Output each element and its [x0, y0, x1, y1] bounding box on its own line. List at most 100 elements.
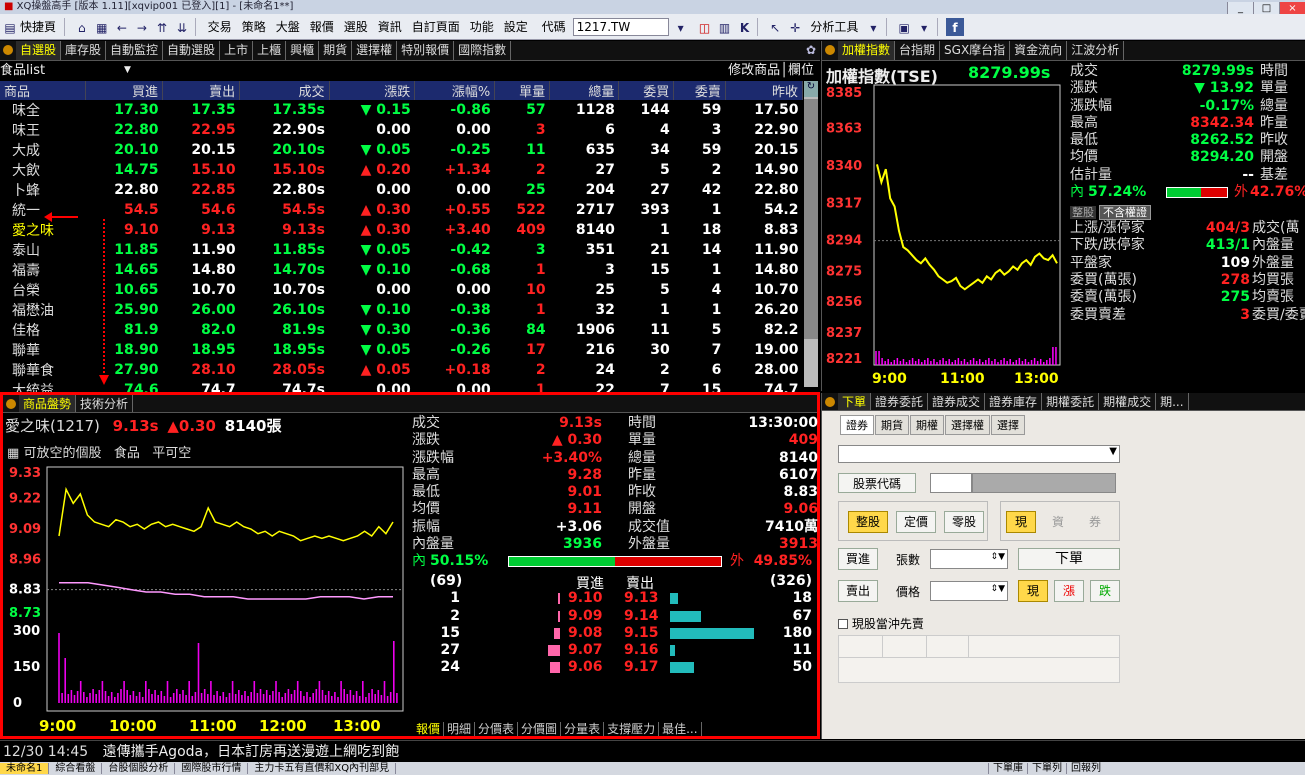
type-short-button[interactable]: 券	[1080, 511, 1110, 533]
order-subtab-0[interactable]: 證券	[840, 415, 874, 435]
news-ticker[interactable]: 12/30 14:45 遠傳攜手Agoda，日本訂房再送漫遊上網吃到飽	[0, 740, 1305, 762]
tab-1[interactable]: 技術分析	[76, 395, 134, 412]
cursor-icon[interactable]: ↖	[766, 18, 784, 36]
quickpage-icon[interactable]: ▤	[1, 18, 19, 36]
tab-2[interactable]: SGX摩台指	[940, 41, 1011, 60]
submit-order-button[interactable]: 下單	[1018, 548, 1120, 570]
tab-0[interactable]: 商品盤勢	[19, 395, 77, 412]
news-headline[interactable]: 遠傳攜手Agoda，日本訂房再送漫遊上網吃到飽	[103, 744, 400, 760]
kline-icon[interactable]: K	[735, 18, 753, 36]
spinner-icon[interactable]: ⇕▼	[991, 584, 1005, 594]
order-subtab-2[interactable]: 期權	[910, 415, 944, 435]
quickpage-button[interactable]: 快捷頁	[20, 14, 61, 39]
menu-item-4[interactable]: 選股	[339, 14, 373, 39]
y-tick-label: 8275	[826, 264, 862, 279]
quote2-value: 6107	[779, 466, 818, 483]
status-right-2[interactable]: 回報列	[1066, 763, 1105, 774]
chevron-down-icon[interactable]: ▼	[1109, 446, 1117, 457]
status-tab-1[interactable]: 綜合看盤	[49, 763, 103, 774]
lot-fixed-button[interactable]: 定價	[896, 511, 936, 533]
tab-3[interactable]: 證券庫存	[985, 393, 1043, 410]
dropdown-icon[interactable]: ▾	[864, 18, 882, 36]
status-tab-2[interactable]: 台股個股分析	[102, 763, 176, 774]
buy-button[interactable]: 買進	[838, 548, 878, 570]
quote2-label: 開盤	[628, 501, 656, 518]
menu-item-6[interactable]: 自訂頁面	[407, 14, 465, 39]
spinner-icon[interactable]: ⇕▼	[991, 552, 1005, 562]
facebook-icon[interactable]: f	[945, 18, 964, 36]
tab-0[interactable]: 下單	[838, 393, 872, 410]
tab-6[interactable]: 期...	[1156, 393, 1189, 410]
dropdown-icon[interactable]: ▾	[672, 18, 690, 36]
status-tab-0[interactable]: 未命名1	[0, 763, 50, 774]
sell-button[interactable]: 賣出	[838, 580, 878, 602]
bid-bar	[558, 593, 560, 605]
bottom-tab-6[interactable]: 最佳...	[659, 722, 702, 736]
qty-input[interactable]: ⇕▼	[930, 549, 1008, 569]
chart-icon[interactable]: ◫	[695, 18, 713, 36]
order-subtab-4[interactable]: 選擇	[991, 415, 1025, 435]
double-down-icon[interactable]: ⇊	[173, 18, 191, 36]
type-margin-button[interactable]: 資	[1043, 511, 1073, 533]
order-subtab-1[interactable]: 期貨	[875, 415, 909, 435]
menu-item-7[interactable]: 功能	[465, 14, 499, 39]
status-tab-4[interactable]: 主力卡五有直價和XQ內刊部見	[248, 763, 397, 774]
double-up-icon[interactable]: ⇈	[153, 18, 171, 36]
bottom-tab-4[interactable]: 分量表	[561, 722, 605, 736]
page-icon[interactable]: ▦	[93, 18, 111, 36]
account-select[interactable]: ▼	[838, 445, 1120, 463]
stock-code-input[interactable]	[930, 473, 972, 493]
tab-1[interactable]: 台指期	[895, 41, 941, 60]
bottom-tab-3[interactable]: 分價圖	[518, 722, 562, 736]
menu-item-5[interactable]: 資訊	[373, 14, 407, 39]
bottom-tab-1[interactable]: 明細	[444, 722, 476, 736]
checkbox-icon[interactable]	[838, 619, 848, 629]
tab-1[interactable]: 證券委託	[871, 393, 929, 410]
tab-3[interactable]: 資金流向	[1010, 41, 1068, 60]
panel-dot-icon	[6, 399, 16, 409]
bottom-tab-0[interactable]: 報價	[413, 722, 445, 736]
tab-4[interactable]: 期權委託	[1042, 393, 1100, 410]
tab-5[interactable]: 期權成交	[1099, 393, 1157, 410]
bottom-tab-2[interactable]: 分價表	[475, 722, 519, 736]
chip-no-warrant[interactable]: 不含權證	[1099, 205, 1151, 221]
lot-odd-button[interactable]: 零股	[944, 511, 984, 533]
price-input[interactable]: ⇕▼	[930, 581, 1008, 601]
bid-bar	[549, 662, 560, 674]
lot-board-button[interactable]: 整股	[848, 511, 888, 533]
status-tab-3[interactable]: 國際股市行情	[175, 763, 249, 774]
breadth-label: 平盤家	[1070, 254, 1112, 271]
menu-item-0[interactable]: 交易	[203, 14, 237, 39]
ask-qty: 180	[782, 624, 812, 641]
menu-item-8[interactable]: 設定	[499, 14, 533, 39]
code-input[interactable]: 1217.TW	[572, 18, 669, 36]
window-icon[interactable]: ▣	[895, 18, 913, 36]
status-right-1[interactable]: 下單列	[1027, 763, 1066, 774]
back-arrow-icon[interactable]: ←	[113, 18, 131, 36]
type-cash-button[interactable]: 現	[1006, 511, 1036, 533]
graph-icon[interactable]: ▥	[715, 18, 733, 36]
status-right-0[interactable]: 下單庫	[988, 763, 1027, 774]
price-market-button[interactable]: 現	[1018, 580, 1048, 602]
home-icon[interactable]: ⌂	[73, 18, 91, 36]
menu-item-1[interactable]: 策略	[237, 14, 271, 39]
menu-item-3[interactable]: 報價	[305, 14, 339, 39]
tab-4[interactable]: 江波分析	[1067, 41, 1125, 60]
dropdown-icon[interactable]: ▾	[915, 18, 933, 36]
price-limit-down-button[interactable]: 跌	[1090, 580, 1120, 602]
forward-arrow-icon[interactable]: →	[133, 18, 151, 36]
quote2-value: 9.06	[783, 501, 818, 518]
crosshair-icon[interactable]: ✛	[786, 18, 804, 36]
tab-2[interactable]: 證券成交	[928, 393, 986, 410]
daytrade-option[interactable]: 現股當沖先賣	[838, 615, 924, 632]
tab-0[interactable]: 加權指數	[838, 41, 896, 60]
bottom-tab-5[interactable]: 支撐壓力	[604, 722, 660, 736]
menu-item-2[interactable]: 大盤	[271, 14, 305, 39]
order-subtab-3[interactable]: 選擇權	[945, 415, 990, 435]
quote-row: 振幅 +3.06 成交值 7410萬	[410, 519, 818, 536]
stock-name: 愛之味(1217)	[5, 417, 100, 435]
analysis-tools-menu[interactable]: 分析工具	[805, 14, 863, 39]
price-limit-up-button[interactable]: 漲	[1054, 580, 1084, 602]
chip-board-lot[interactable]: 整股	[1070, 206, 1096, 220]
stock-code-button[interactable]: 股票代碼	[838, 473, 916, 493]
